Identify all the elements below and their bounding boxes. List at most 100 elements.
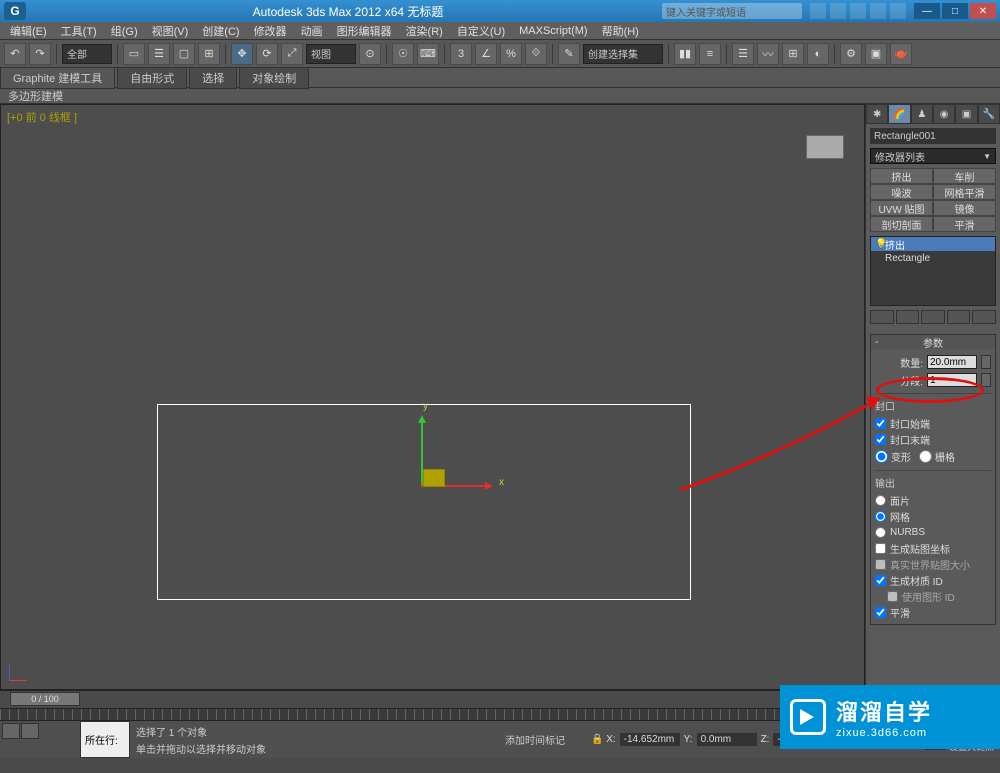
subscription-icon[interactable]	[830, 3, 846, 19]
select-scale-button[interactable]: ⤢	[281, 43, 303, 65]
help-icon[interactable]	[890, 3, 906, 19]
tab-motion[interactable]: ◉	[933, 104, 955, 124]
modbtn-slice[interactable]: 剖切剖面	[870, 216, 933, 232]
material-editor-button[interactable]: ◐	[807, 43, 829, 65]
ribbon-tab-freeform[interactable]: 自由形式	[117, 67, 187, 89]
param-amount-spinner[interactable]	[981, 355, 991, 369]
output-nurbs-radio[interactable]	[875, 527, 886, 538]
pin-stack-button[interactable]	[870, 310, 894, 324]
select-region-button[interactable]: ▢	[173, 43, 195, 65]
favorites-icon[interactable]	[870, 3, 886, 19]
menu-help[interactable]: 帮助(H)	[596, 23, 645, 39]
menu-rendering[interactable]: 渲染(R)	[400, 23, 449, 39]
cap-start-checkbox[interactable]	[875, 418, 886, 429]
cap-morph-radio[interactable]	[875, 450, 888, 463]
output-patch-radio[interactable]	[875, 495, 886, 506]
render-production-button[interactable]: 🫖	[890, 43, 912, 65]
named-selection-set[interactable]: 创建选择集	[583, 44, 663, 64]
exchange-icon[interactable]	[850, 3, 866, 19]
menu-group[interactable]: 组(G)	[105, 23, 144, 39]
ribbon-tab-graphite[interactable]: Graphite 建模工具	[0, 67, 115, 89]
selection-filter[interactable]: 全部	[62, 44, 112, 64]
maxscript-mini-button[interactable]	[2, 723, 20, 739]
search-icon[interactable]	[810, 3, 826, 19]
viewcube[interactable]	[806, 135, 844, 159]
menu-create[interactable]: 创建(C)	[196, 23, 245, 39]
modifier-list-dropdown[interactable]: 修改器列表	[870, 148, 996, 164]
window-crossing-button[interactable]: ⊞	[198, 43, 220, 65]
maximize-button[interactable]: □	[942, 3, 968, 19]
select-object-button[interactable]: ▭	[123, 43, 145, 65]
tab-modify[interactable]: 🌈	[888, 104, 910, 124]
schematic-view-button[interactable]: ⊞	[782, 43, 804, 65]
make-unique-button[interactable]	[921, 310, 945, 324]
time-slider-handle[interactable]: 0 / 100	[10, 692, 80, 706]
use-shape-id-checkbox[interactable]	[887, 591, 898, 602]
tab-create[interactable]: ✱	[866, 104, 888, 124]
percent-snap-button[interactable]: %	[500, 43, 522, 65]
edit-selection-set-button[interactable]: ✎	[558, 43, 580, 65]
menu-customize[interactable]: 自定义(U)	[451, 23, 511, 39]
modifier-stack[interactable]: 💡挤出 Rectangle	[870, 236, 996, 306]
param-amount-input[interactable]: 20.0mm	[927, 355, 977, 369]
cap-grid-radio[interactable]	[919, 450, 932, 463]
viewport-front[interactable]: [+0 前 0 线框 ] y x	[0, 104, 865, 690]
coord-y-input[interactable]: 0.0mm	[697, 733, 757, 746]
menu-maxscript[interactable]: MAXScript(M)	[513, 25, 593, 37]
tab-display[interactable]: ▣	[955, 104, 977, 124]
viewport-label[interactable]: [+0 前 0 线框 ]	[7, 109, 77, 125]
gen-map-checkbox[interactable]	[875, 543, 886, 554]
modbtn-meshsmooth[interactable]: 网格平滑	[933, 184, 996, 200]
close-button[interactable]: ✕	[970, 3, 996, 19]
align-button[interactable]: ≡	[699, 43, 721, 65]
select-move-button[interactable]: ✥	[231, 43, 253, 65]
undo-button[interactable]: ↶	[4, 43, 26, 65]
modbtn-mirror[interactable]: 镜像	[933, 200, 996, 216]
configure-sets-button[interactable]	[972, 310, 996, 324]
select-rotate-button[interactable]: ⟳	[256, 43, 278, 65]
menu-views[interactable]: 视图(V)	[146, 23, 195, 39]
ref-coord-system[interactable]: 视图	[306, 44, 356, 64]
redo-button[interactable]: ↷	[29, 43, 51, 65]
select-by-name-button[interactable]: ☰	[148, 43, 170, 65]
modbtn-noise[interactable]: 噪波	[870, 184, 933, 200]
menu-modifiers[interactable]: 修改器	[248, 23, 293, 39]
rollout-header-params[interactable]: 参数	[871, 335, 995, 349]
modbtn-extrude[interactable]: 挤出	[870, 168, 933, 184]
ribbon-tab-paint[interactable]: 对象绘制	[239, 67, 309, 89]
spinner-snap-button[interactable]: ⟐	[525, 43, 547, 65]
real-world-checkbox[interactable]	[875, 559, 886, 570]
rendered-frame-button[interactable]: ▣	[865, 43, 887, 65]
gizmo-xy-plane[interactable]	[423, 469, 445, 487]
menu-tools[interactable]: 工具(T)	[55, 23, 103, 39]
modbtn-smooth[interactable]: 平滑	[933, 216, 996, 232]
lock-selection-button[interactable]	[21, 723, 39, 739]
param-segments-input[interactable]: 1	[927, 373, 977, 387]
stack-item-rectangle[interactable]: Rectangle	[871, 251, 995, 265]
modbtn-lathe[interactable]: 车削	[933, 168, 996, 184]
add-time-tag-button[interactable]: 添加时间标记	[505, 721, 585, 758]
menu-animation[interactable]: 动画	[295, 23, 329, 39]
angle-snap-button[interactable]: ∠	[475, 43, 497, 65]
use-pivot-center-button[interactable]: ⊙	[359, 43, 381, 65]
help-search-input[interactable]: 键入关键字或短语	[662, 3, 802, 19]
gen-mat-id-checkbox[interactable]	[875, 575, 886, 586]
object-name-field[interactable]: Rectangle001	[870, 128, 996, 144]
remove-modifier-button[interactable]	[947, 310, 971, 324]
ribbon-tab-selection[interactable]: 选择	[189, 67, 237, 89]
scene-rectangle-object[interactable]	[157, 404, 691, 600]
keyboard-shortcut-button[interactable]: ⌨	[417, 43, 439, 65]
param-segments-spinner[interactable]	[981, 373, 991, 387]
minimize-button[interactable]: —	[914, 3, 940, 19]
menu-grapheditors[interactable]: 图形编辑器	[331, 23, 398, 39]
show-end-result-button[interactable]	[896, 310, 920, 324]
snap-toggle-button[interactable]: 3	[450, 43, 472, 65]
stack-item-extrude[interactable]: 💡挤出	[871, 237, 995, 251]
coord-x-input[interactable]: -14.652mm	[620, 733, 680, 746]
output-mesh-radio[interactable]	[875, 511, 886, 522]
menu-edit[interactable]: 编辑(E)	[4, 23, 53, 39]
tab-hierarchy[interactable]: ♟	[911, 104, 933, 124]
curve-editor-button[interactable]: 〰	[757, 43, 779, 65]
layer-manager-button[interactable]: ☰	[732, 43, 754, 65]
cap-end-checkbox[interactable]	[875, 434, 886, 445]
